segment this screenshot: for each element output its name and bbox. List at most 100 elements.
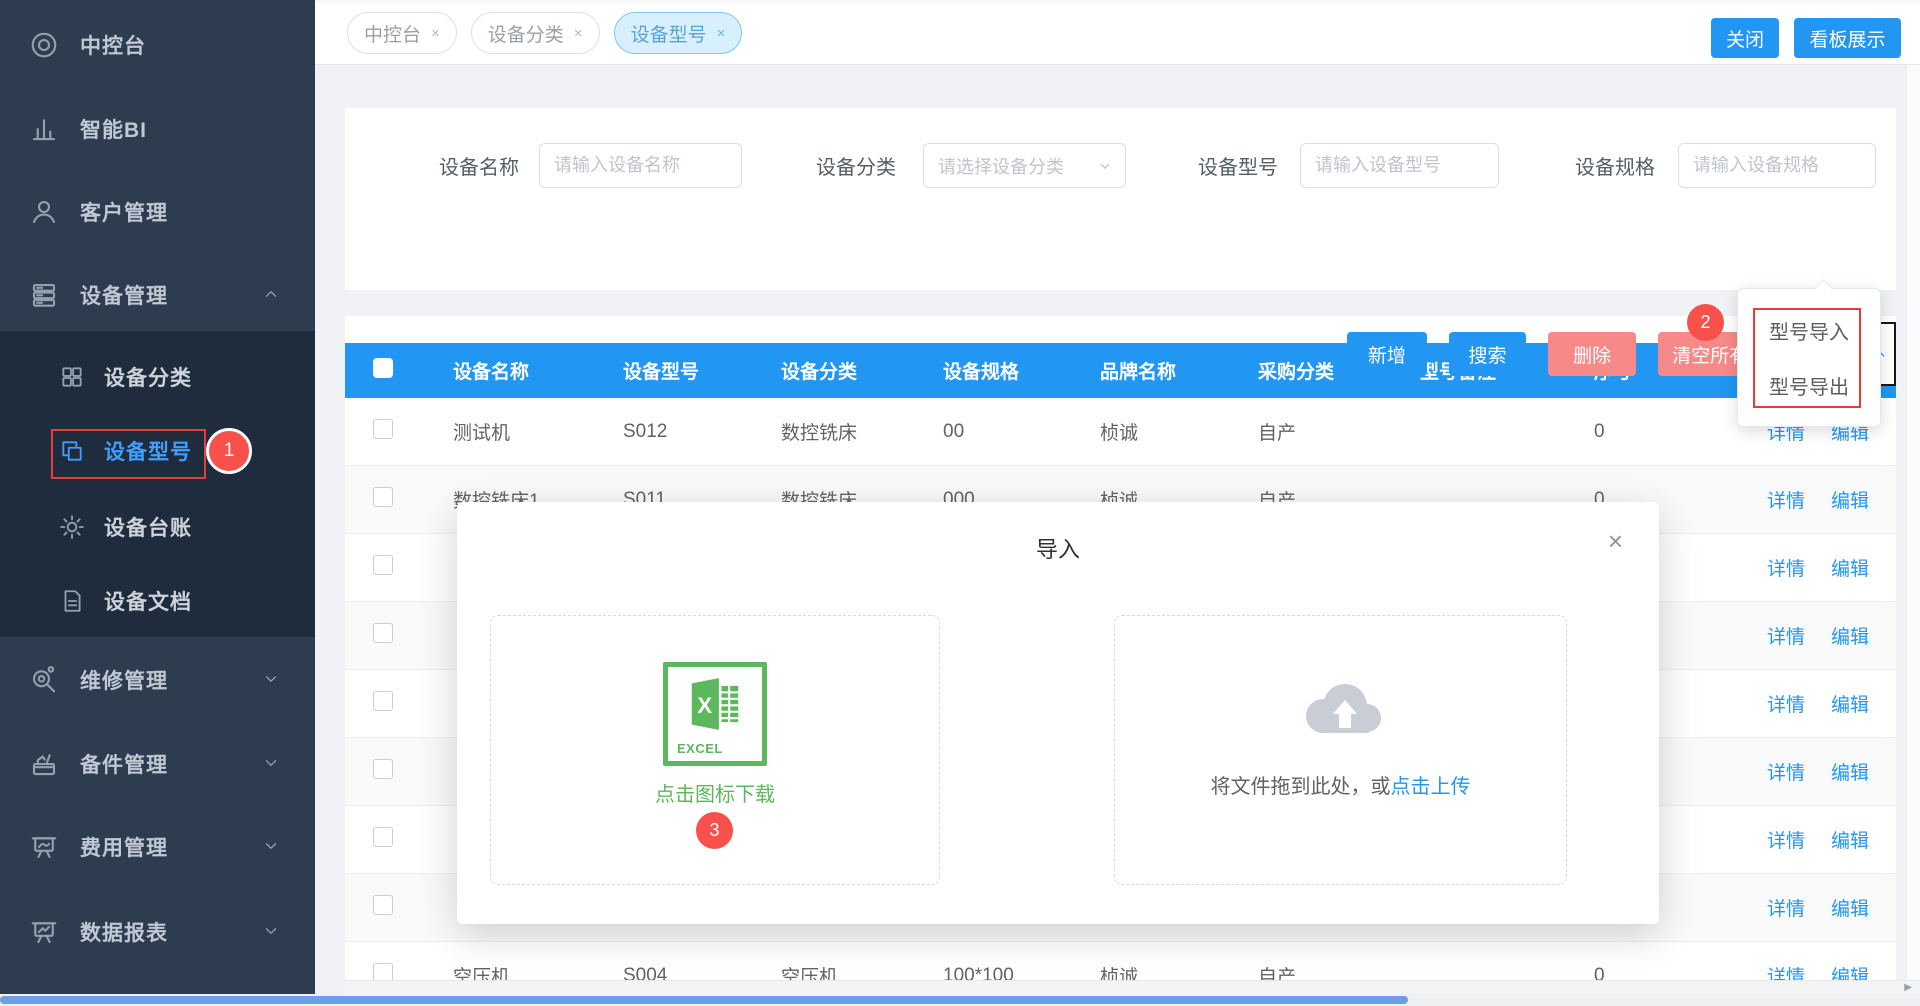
chevron-down-icon <box>262 670 282 690</box>
grid-icon <box>58 363 86 391</box>
tab-console[interactable]: 中控台 × <box>347 12 457 54</box>
cloud-upload-icon <box>1293 674 1389 746</box>
detail-link[interactable]: 详情 <box>1767 486 1805 513</box>
sidebar-item-customer[interactable]: 客户管理 <box>0 190 315 234</box>
tab-label: 设备型号 <box>631 20 707 47</box>
edit-link[interactable]: 编辑 <box>1831 826 1869 853</box>
sidebar-item-spareparts-mgmt[interactable]: 备件管理 <box>0 742 315 786</box>
dialog-title: 导入 <box>457 532 1659 564</box>
row-checkbox[interactable] <box>373 895 393 915</box>
edit-link[interactable]: 编辑 <box>1831 554 1869 581</box>
cell-spec: 00 <box>923 421 1080 443</box>
row-checkbox[interactable] <box>373 827 393 847</box>
toolbox-icon <box>28 748 60 780</box>
import-dialog: 导入 × X EXCEL 点击图标下载 <box>457 502 1659 924</box>
select-placeholder: 请选择设备分类 <box>938 153 1064 179</box>
cell-brand: 桢诚 <box>1080 418 1238 445</box>
detail-link[interactable]: 详情 <box>1767 894 1805 921</box>
scroll-right-arrow-icon[interactable]: ▶ <box>1904 982 1912 993</box>
filter-label-name: 设备名称 <box>439 151 519 180</box>
sidebar-item-label: 费用管理 <box>80 832 168 862</box>
edit-link[interactable]: 编辑 <box>1831 758 1869 785</box>
device-spec-input[interactable] <box>1678 143 1876 188</box>
detail-link[interactable]: 详情 <box>1767 554 1805 581</box>
sidebar-item-console[interactable]: 中控台 <box>0 23 315 67</box>
row-checkbox[interactable] <box>373 623 393 643</box>
board-icon <box>28 831 60 863</box>
menu-item-model-import[interactable]: 型号导入 <box>1738 303 1880 358</box>
sidebar-item-label: 中控台 <box>80 30 146 60</box>
tab-device-category[interactable]: 设备分类 × <box>471 12 600 54</box>
detail-link[interactable]: 详情 <box>1767 690 1805 717</box>
sidebar-item-device-category[interactable]: 设备分类 <box>0 355 315 399</box>
window-horizontal-scrollbar[interactable] <box>0 994 1920 1006</box>
sidebar-item-label: 智能BI <box>80 114 147 144</box>
close-page-button[interactable]: 关闭 <box>1711 18 1779 58</box>
click-upload-link[interactable]: 点击上传 <box>1391 776 1471 798</box>
sidebar: 中控台 智能BI 客户管理 设备管理 设备分类 <box>0 0 315 1006</box>
sidebar-item-label: 设备分类 <box>104 362 192 392</box>
sidebar-item-device-docs[interactable]: 设备文档 <box>0 579 315 623</box>
table-horizontal-scrollbar[interactable]: ▶ <box>345 980 1920 995</box>
sidebar-item-label: 客户管理 <box>80 197 168 227</box>
tab-label: 中控台 <box>364 20 421 47</box>
sidebar-item-repair-mgmt[interactable]: 维修管理 <box>0 658 315 702</box>
sidebar-item-label: 设备管理 <box>80 280 168 310</box>
row-checkbox[interactable] <box>373 691 393 711</box>
select-all-checkbox[interactable] <box>373 358 393 378</box>
chevron-down-icon <box>262 922 282 942</box>
row-checkbox[interactable] <box>373 487 393 507</box>
close-icon[interactable]: × <box>1608 528 1623 554</box>
edit-link[interactable]: 编辑 <box>1831 486 1869 513</box>
sidebar-item-bi[interactable]: 智能BI <box>0 107 315 151</box>
sidebar-item-device-ledger[interactable]: 设备台账 <box>0 505 315 549</box>
tab-bar: 中控台 × 设备分类 × 设备型号 × 关闭 看板展示 <box>315 0 1920 65</box>
console-icon <box>28 29 60 61</box>
delete-button[interactable]: 删除 <box>1548 332 1636 376</box>
filter-label-spec: 设备规格 <box>1575 151 1655 180</box>
edit-link[interactable]: 编辑 <box>1831 690 1869 717</box>
edit-link[interactable]: 编辑 <box>1831 894 1869 921</box>
row-checkbox[interactable] <box>373 419 393 439</box>
report-icon <box>28 916 60 948</box>
col-header: 设备型号 <box>603 357 761 384</box>
tab-device-model[interactable]: 设备型号 × <box>614 12 743 54</box>
cell-category: 数控铣床 <box>761 418 923 445</box>
search-button[interactable]: 搜索 <box>1449 332 1527 376</box>
repair-icon <box>28 664 60 696</box>
edit-link[interactable]: 编辑 <box>1831 622 1869 649</box>
table-row: 测试机S012数控铣床00桢诚自产0详情编辑 <box>345 398 1896 466</box>
board-display-button[interactable]: 看板展示 <box>1794 18 1901 58</box>
row-checkbox[interactable] <box>373 555 393 575</box>
add-button[interactable]: 新增 <box>1347 332 1427 376</box>
device-category-select[interactable]: 请选择设备分类 <box>923 143 1126 188</box>
sidebar-item-label: 设备文档 <box>104 586 192 616</box>
device-name-input[interactable] <box>539 143 742 188</box>
detail-link[interactable]: 详情 <box>1767 622 1805 649</box>
sidebar-item-device-mgmt[interactable]: 设备管理 <box>0 273 315 317</box>
close-icon[interactable]: × <box>574 25 583 42</box>
row-checkbox[interactable] <box>373 759 393 779</box>
template-download-area[interactable]: X EXCEL 点击图标下载 <box>490 615 940 885</box>
sidebar-item-cost-mgmt[interactable]: 费用管理 <box>0 825 315 869</box>
upload-drop-area[interactable]: 将文件拖到此处，或点击上传 <box>1114 615 1567 885</box>
close-icon[interactable]: × <box>431 25 440 42</box>
cell-seq: 0 <box>1574 421 1735 443</box>
detail-link[interactable]: 详情 <box>1767 758 1805 785</box>
chevron-down-icon <box>1097 158 1113 174</box>
excel-label: EXCEL <box>677 741 723 756</box>
vertical-scrollbar-track[interactable] <box>1906 65 1920 994</box>
download-hint[interactable]: 点击图标下载 <box>655 778 775 807</box>
close-icon[interactable]: × <box>717 25 726 42</box>
chart-bars-icon <box>28 113 60 145</box>
sidebar-item-data-report[interactable]: 数据报表 <box>0 910 315 954</box>
device-model-input[interactable] <box>1300 143 1499 188</box>
menu-item-model-export[interactable]: 型号导出 <box>1738 358 1880 413</box>
excel-icon[interactable]: X EXCEL <box>663 662 767 766</box>
svg-text:X: X <box>697 693 712 718</box>
upload-hint: 将文件拖到此处，或 <box>1211 776 1391 798</box>
chevron-up-icon <box>262 285 282 305</box>
scrollbar-thumb[interactable] <box>0 996 1408 1004</box>
sidebar-item-device-model[interactable]: 设备型号 <box>0 429 315 473</box>
detail-link[interactable]: 详情 <box>1767 826 1805 853</box>
